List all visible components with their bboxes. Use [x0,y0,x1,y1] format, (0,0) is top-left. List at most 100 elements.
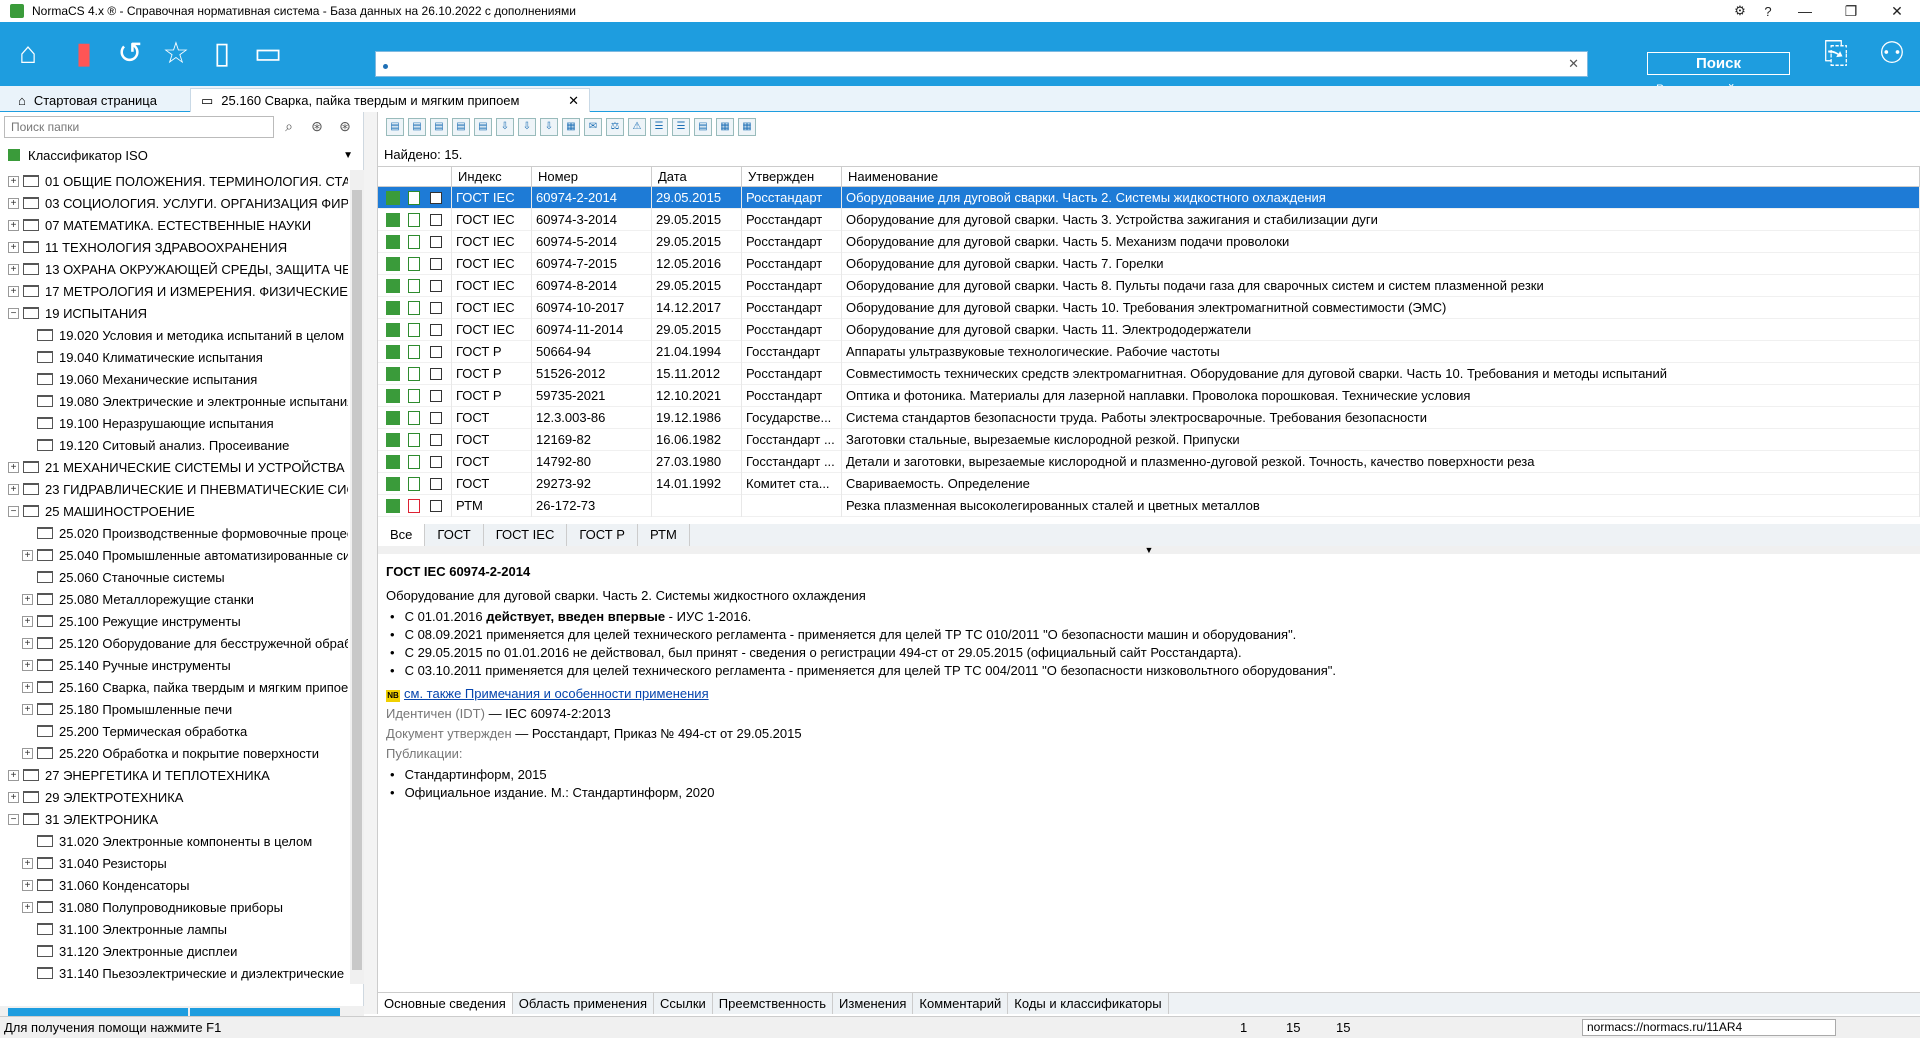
row-checkbox[interactable] [430,412,442,425]
tree-item[interactable]: +25.180 Промышленные печи [0,698,348,720]
row-checkbox[interactable] [430,192,442,205]
warning-icon[interactable]: ⚠ [628,118,646,136]
tree-vertical-scrollbar[interactable] [350,170,364,984]
document-icon[interactable] [408,499,420,514]
tree-item[interactable]: +01 ОБЩИЕ ПОЛОЖЕНИЯ. ТЕРМИНОЛОГИЯ. СТАНД… [0,170,348,192]
row-checkbox[interactable] [430,214,442,227]
document-icon[interactable] [408,345,420,360]
filter-tab-gost-r[interactable]: ГОСТ Р [567,524,638,546]
row-checkbox[interactable] [430,324,442,337]
column-name[interactable]: Наименование [842,167,1920,186]
document-icon[interactable] [408,411,420,426]
download-document-icon[interactable]: ⎘ [1818,36,1854,72]
tree-item[interactable]: +21 МЕХАНИЧЕСКИЕ СИСТЕМЫ И УСТРОЙСТВА [0,456,348,478]
tab-start-page[interactable]: ⌂ Стартовая страница [8,88,167,112]
open-pdf-icon[interactable]: ▤ [408,118,426,136]
column-approved[interactable]: Утвержден [742,167,842,186]
gear-icon[interactable]: ⚙ [1726,3,1754,19]
history-icon[interactable]: ↺ [112,36,148,72]
table-row[interactable]: ГОСТ IEC 60974-10-2017 14.12.2017 Росстанда… [378,296,1920,319]
collapse-chevron-icon[interactable]: ▼ [378,546,1920,555]
document-icon[interactable] [408,191,420,206]
grid-view-2-icon[interactable]: ▦ [738,118,756,136]
table-row[interactable]: ГОСТ 14792-80 27.03.1980 Госстандарт ... Дет… [378,450,1920,473]
tree-item[interactable]: 25.020 Производственные формовочные проц… [0,522,348,544]
expand-toggle-icon[interactable]: − [8,307,19,319]
document-icon[interactable] [408,389,420,404]
column-date[interactable]: Дата [652,167,742,186]
document-icon[interactable] [408,213,420,228]
expand-toggle-icon[interactable]: + [22,901,33,913]
export-list-icon[interactable]: ⇩ [518,118,536,136]
table-row[interactable]: ГОСТ 29273-92 14.01.1992 Комитет ста... Свар… [378,472,1920,495]
export-icon[interactable]: ⇩ [496,118,514,136]
expand-toggle-icon[interactable]: + [8,241,19,253]
expand-toggle-icon[interactable]: + [22,879,33,891]
folder-icon[interactable]: ▭ [250,36,286,72]
tree-item[interactable]: +31.040 Резисторы [0,852,348,874]
tree-item[interactable]: 31.020 Электронные компоненты в целом [0,830,348,852]
document-icon[interactable] [408,433,420,448]
tree-item[interactable]: 25.200 Термическая обработка [0,720,348,742]
expand-toggle-icon[interactable]: + [8,461,19,473]
tree-item[interactable]: +13 ОХРАНА ОКРУЖАЮЩЕЙ СРЕДЫ, ЗАЩИТА ЧЕЛО… [0,258,348,280]
row-checkbox[interactable] [430,368,442,381]
expand-toggle-icon[interactable]: + [8,197,19,209]
tree-item[interactable]: 31.140 Пьезоэлектрические и диэлектричес… [0,962,348,984]
table-row[interactable]: ГОСТ IEC 60974-3-2014 29.05.2015 Росстандар… [378,208,1920,231]
hierarchy-icon[interactable]: ⚖ [606,118,624,136]
tree-item[interactable]: +11 ТЕХНОЛОГИЯ ЗДРАВООХРАНЕНИЯ [0,236,348,258]
tree-item[interactable]: +25.080 Металлорежущие станки [0,588,348,610]
tab-folder-25-160[interactable]: ▭ 25.160 Сварка, пайка твердым и мягким … [190,88,590,112]
open-document-icon[interactable]: ▤ [386,118,404,136]
tree-item[interactable]: 19.100 Неразрушающие испытания [0,412,348,434]
table-row[interactable]: РТМ 26-172-73 Резка плазменная высоколегир… [378,494,1920,517]
row-checkbox[interactable] [430,456,442,469]
export-dropdown-icon[interactable]: ⇩ [540,118,558,136]
alert-document-icon[interactable]: ▮ [66,36,102,72]
document-url-field[interactable]: normacs://normacs.ru/11AR4 [1582,1019,1836,1036]
tree-item[interactable]: 31.100 Электронные лампы [0,918,348,940]
tree-item[interactable]: +27 ЭНЕРГЕТИКА И ТЕПЛОТЕХНИКА [0,764,348,786]
filter-tab-rtm[interactable]: РТМ [638,524,690,546]
favorites-star-icon[interactable]: ☆ [158,36,194,72]
expand-toggle-icon[interactable]: + [22,703,33,715]
document-icon[interactable] [408,323,420,338]
tree-item[interactable]: 19.080 Электрические и электронные испыт… [0,390,348,412]
open-scan-icon[interactable]: ▤ [452,118,470,136]
tree-item[interactable]: +25.040 Промышленные автоматизированные … [0,544,348,566]
search-icon[interactable]: ⌕ [280,118,298,136]
expand-toggle-icon[interactable]: + [8,219,19,231]
clear-search-icon[interactable]: ✕ [1568,56,1579,72]
expand-toggle-icon[interactable]: + [22,637,33,649]
tab-comment[interactable]: Комментарий [913,993,1009,1014]
grid-view-icon[interactable]: ▦ [716,118,734,136]
expand-toggle-icon[interactable]: − [8,505,19,517]
comment-icon[interactable]: ✉ [584,118,602,136]
row-checkbox[interactable] [430,280,442,293]
filter-tab-all[interactable]: Все [378,524,426,546]
list-view-icon[interactable]: ☰ [650,118,668,136]
tree-item[interactable]: 19.020 Условия и методика испытаний в це… [0,324,348,346]
expand-toggle-icon[interactable]: + [22,857,33,869]
tab-succession[interactable]: Преемственность [713,993,834,1014]
open-card-icon[interactable]: ▤ [474,118,492,136]
filter-tab-gost-iec[interactable]: ГОСТ IEC [484,524,568,546]
search-button[interactable]: Поиск [1647,52,1790,75]
help-icon[interactable]: ? [1754,4,1782,19]
tree-item[interactable]: +03 СОЦИОЛОГИЯ. УСЛУГИ. ОРГАНИЗАЦИЯ ФИРМ [0,192,348,214]
expand-toggle-icon[interactable]: + [8,483,19,495]
row-checkbox[interactable] [430,434,442,447]
radio-by-text[interactable]: По тексту [515,59,586,73]
table-row[interactable]: ГОСТ 12169-82 16.06.1982 Госстандарт ... Заг… [378,428,1920,451]
page-view-icon[interactable]: ▤ [694,118,712,136]
open-red-document-icon[interactable]: ▤ [430,118,448,136]
classifier-select[interactable]: Классификатор ISO ▼ [8,146,353,164]
tree-item[interactable]: 31.120 Электронные дисплеи [0,940,348,962]
table-row[interactable]: ГОСТ IEC 60974-2-2014 29.05.2015 Росстандар… [378,186,1920,209]
tree-item[interactable]: +07 МАТЕМАТИКА. ЕСТЕСТВЕННЫЕ НАУКИ [0,214,348,236]
tree-item[interactable]: 25.060 Станочные системы [0,566,348,588]
document-icon[interactable] [408,301,420,316]
filter-tab-gost[interactable]: ГОСТ [425,524,484,546]
home-icon[interactable]: ⌂ [10,36,46,72]
